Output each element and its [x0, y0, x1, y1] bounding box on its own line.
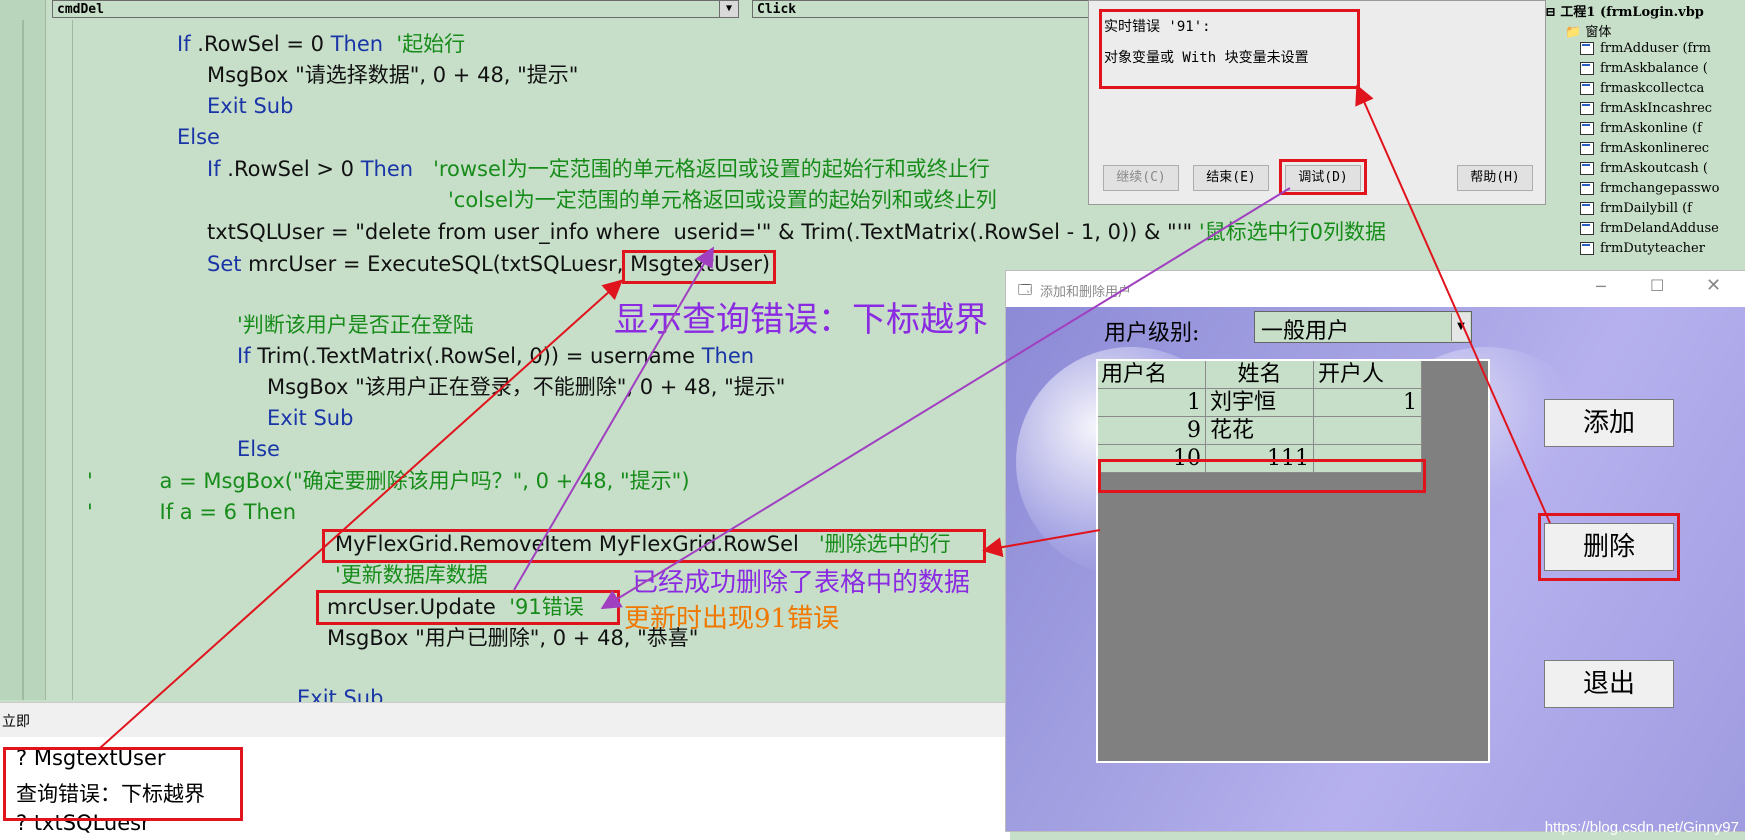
watermark: https://blog.csdn.net/Ginny97 [1544, 819, 1739, 836]
arrow-row-to-code [982, 529, 1101, 558]
arrow-update-to-code [513, 246, 715, 591]
arrow-debug-to-update [600, 187, 1291, 610]
arrow-immediate-to-code [99, 279, 623, 749]
arrow-delete-to-error [1355, 84, 1551, 524]
annotation-arrows [99, 84, 1551, 749]
